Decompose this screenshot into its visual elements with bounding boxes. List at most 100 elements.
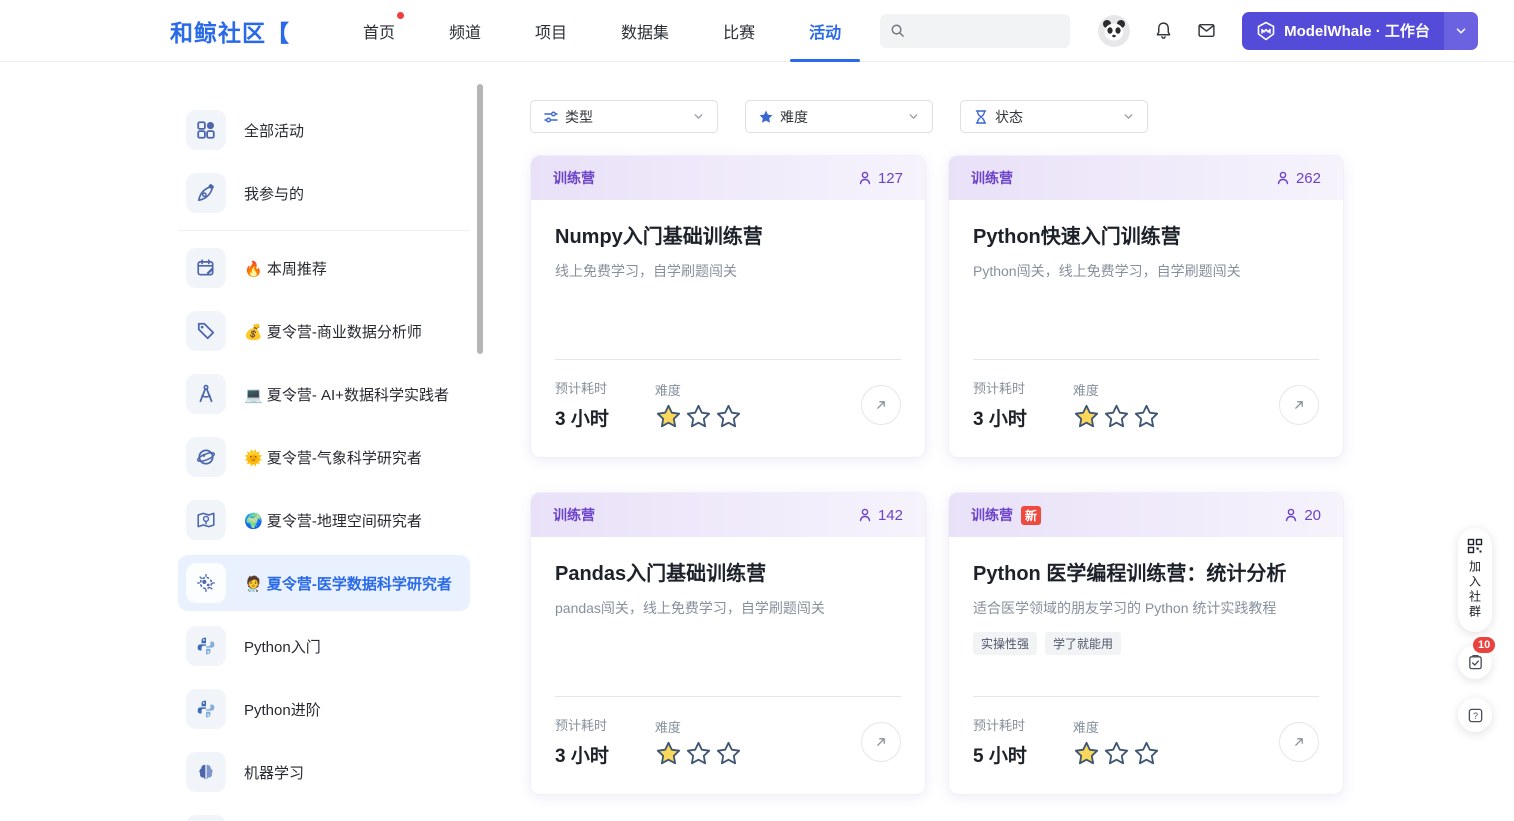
card-subtitle: 适合医学领域的朋友学习的 Python 统计实践教程 [973,598,1319,618]
star-icon [758,109,774,125]
duration-value: 3 小时 [973,404,1027,431]
card-header: 训练营 142 [531,493,925,537]
sidebar-item-camp-geo[interactable]: 🌍 夏令营-地理空间研究者 [178,492,470,548]
tag-icon [186,311,226,351]
card-footer: 预计耗时 3 小时 难度 [973,359,1319,457]
mail-icon [1197,21,1216,40]
difficulty-label: 难度 [655,717,742,736]
search-input[interactable] [911,23,1061,38]
sidebar-item-all-activities[interactable]: 全部活动 [178,102,470,158]
open-activity-button[interactable] [861,722,901,762]
nav-item-datasets[interactable]: 数据集 [594,0,696,62]
hourglass-icon [973,109,989,125]
nav-item-activities[interactable]: 活动 [782,0,868,62]
activity-card[interactable]: 训练营 127 Numpy入门基础训练营 线上免费学习，自学刷题闯关 预计耗时 … [530,155,926,458]
notifications-button[interactable] [1154,21,1173,40]
duration-value: 3 小时 [555,741,609,768]
nav-item-channels[interactable]: 频道 [422,0,508,62]
nav-label: 项目 [535,19,567,43]
help-guide-button[interactable]: ? [1458,698,1492,732]
chevron-down-icon [692,110,705,123]
activity-card[interactable]: 训练营 新 20 Python 医学编程训练营：统计分析 适合医学领域的朋友学习… [948,492,1344,795]
feature-tag: 学了就能用 [1045,632,1121,655]
sidebar-scrollbar-thumb[interactable] [477,84,483,354]
search-box[interactable] [880,14,1070,48]
grid-icon [186,110,226,150]
sidebar-item-label: Python进阶 [244,699,321,720]
sidebar-item-my-participation[interactable]: 我参与的 [178,165,470,221]
star-icon [655,740,682,767]
new-badge: 新 [1021,506,1041,525]
nav-item-home[interactable]: 首页 [336,0,422,62]
map-icon [186,500,226,540]
card-type-badge: 训练营 [553,168,595,188]
card-header: 训练营 新 20 [949,493,1343,537]
sidebar-item-camp-ai[interactable]: 💻 夏令营- AI+数据科学实践者 [178,366,470,422]
open-activity-button[interactable] [861,385,901,425]
card-footer: 预计耗时 3 小时 难度 [555,359,901,457]
filter-type[interactable]: 类型 [530,100,718,133]
participant-count: 142 [857,507,903,524]
participant-count: 127 [857,170,903,187]
arrow-up-right-icon [1291,734,1307,750]
sidebar-item-camp-weather[interactable]: 🌞 夏令营-气象科学研究者 [178,429,470,485]
person-icon [857,507,873,523]
star-icon [1073,403,1100,430]
filter-status[interactable]: 状态 [960,100,1148,133]
panda-avatar-icon [1099,16,1129,46]
duration-block: 预计耗时 3 小时 [555,378,609,431]
nav-item-projects[interactable]: 项目 [508,0,594,62]
arrow-up-right-icon [1291,397,1307,413]
open-activity-button[interactable] [1279,722,1319,762]
nav-label: 首页 [363,19,395,43]
site-logo[interactable]: 和鲸社区【 [170,14,290,48]
python-icon [186,626,226,666]
partial-icon [186,815,226,821]
notification-dot [397,12,404,19]
qr-code-icon [1467,538,1483,554]
difficulty-stars [1073,403,1160,430]
star-icon [655,403,682,430]
open-activity-button[interactable] [1279,385,1319,425]
participant-count-value: 127 [878,170,903,187]
difficulty-stars [1073,740,1160,767]
participant-count-value: 262 [1296,170,1321,187]
workspace-button[interactable]: ModelWhale · 工作台 [1242,12,1478,50]
difficulty-label: 难度 [1073,380,1160,399]
filter-difficulty[interactable]: 难度 [745,100,933,133]
card-body: Pandas入门基础训练营 pandas闯关，线上免费学习，自学刷题闯关 [531,537,925,696]
join-community-button[interactable]: 加入社群 [1458,528,1492,632]
compass-icon [186,374,226,414]
sidebar-item-python-advanced[interactable]: Python进阶 [178,681,470,737]
difficulty-label: 难度 [1073,717,1160,736]
brain-icon [186,752,226,792]
workspace-dropdown-toggle[interactable] [1444,12,1478,50]
sidebar-item-label: 我参与的 [244,183,304,204]
activity-card[interactable]: 训练营 142 Pandas入门基础训练营 pandas闯关，线上免费学习，自学… [530,492,926,795]
sidebar-item-machine-learning[interactable]: 机器学习 [178,744,470,800]
participant-count: 20 [1283,507,1321,524]
activity-card[interactable]: 训练营 262 Python快速入门训练营 Python闯关，线上免费学习，自学… [948,155,1344,458]
card-header: 训练营 127 [531,156,925,200]
sidebar-item-camp-medical[interactable]: 🧑‍⚕️ 夏令营-医学数据科学研究者 [178,555,470,611]
sidebar-item-python-intro[interactable]: Python入门 [178,618,470,674]
messages-button[interactable] [1197,21,1216,40]
sidebar-item-partial[interactable] [178,807,470,821]
star-icon [685,740,712,767]
nav-item-competitions[interactable]: 比赛 [696,0,782,62]
sidebar-item-label: Python入门 [244,636,321,657]
chevron-down-icon [907,110,920,123]
chevron-down-icon [1454,24,1468,38]
sidebar-item-weekly-picks[interactable]: 🔥 本周推荐 [178,240,470,296]
sidebar-item-camp-business[interactable]: 💰 夏令营-商业数据分析师 [178,303,470,359]
clipboard-check-icon [1467,654,1484,671]
person-icon [857,170,873,186]
card-type-badge: 训练营 [971,168,1013,188]
main-nav: 首页 频道 项目 数据集 比赛 活动 [336,0,868,62]
user-avatar[interactable] [1098,15,1130,47]
star-icon [1133,403,1160,430]
star-icon [685,403,712,430]
sidebar-item-label: 💰 夏令营-商业数据分析师 [244,321,422,342]
difficulty-block: 难度 [1073,717,1160,767]
top-navbar: 和鲸社区【 首页 频道 项目 数据集 比赛 活动 [0,0,1514,62]
